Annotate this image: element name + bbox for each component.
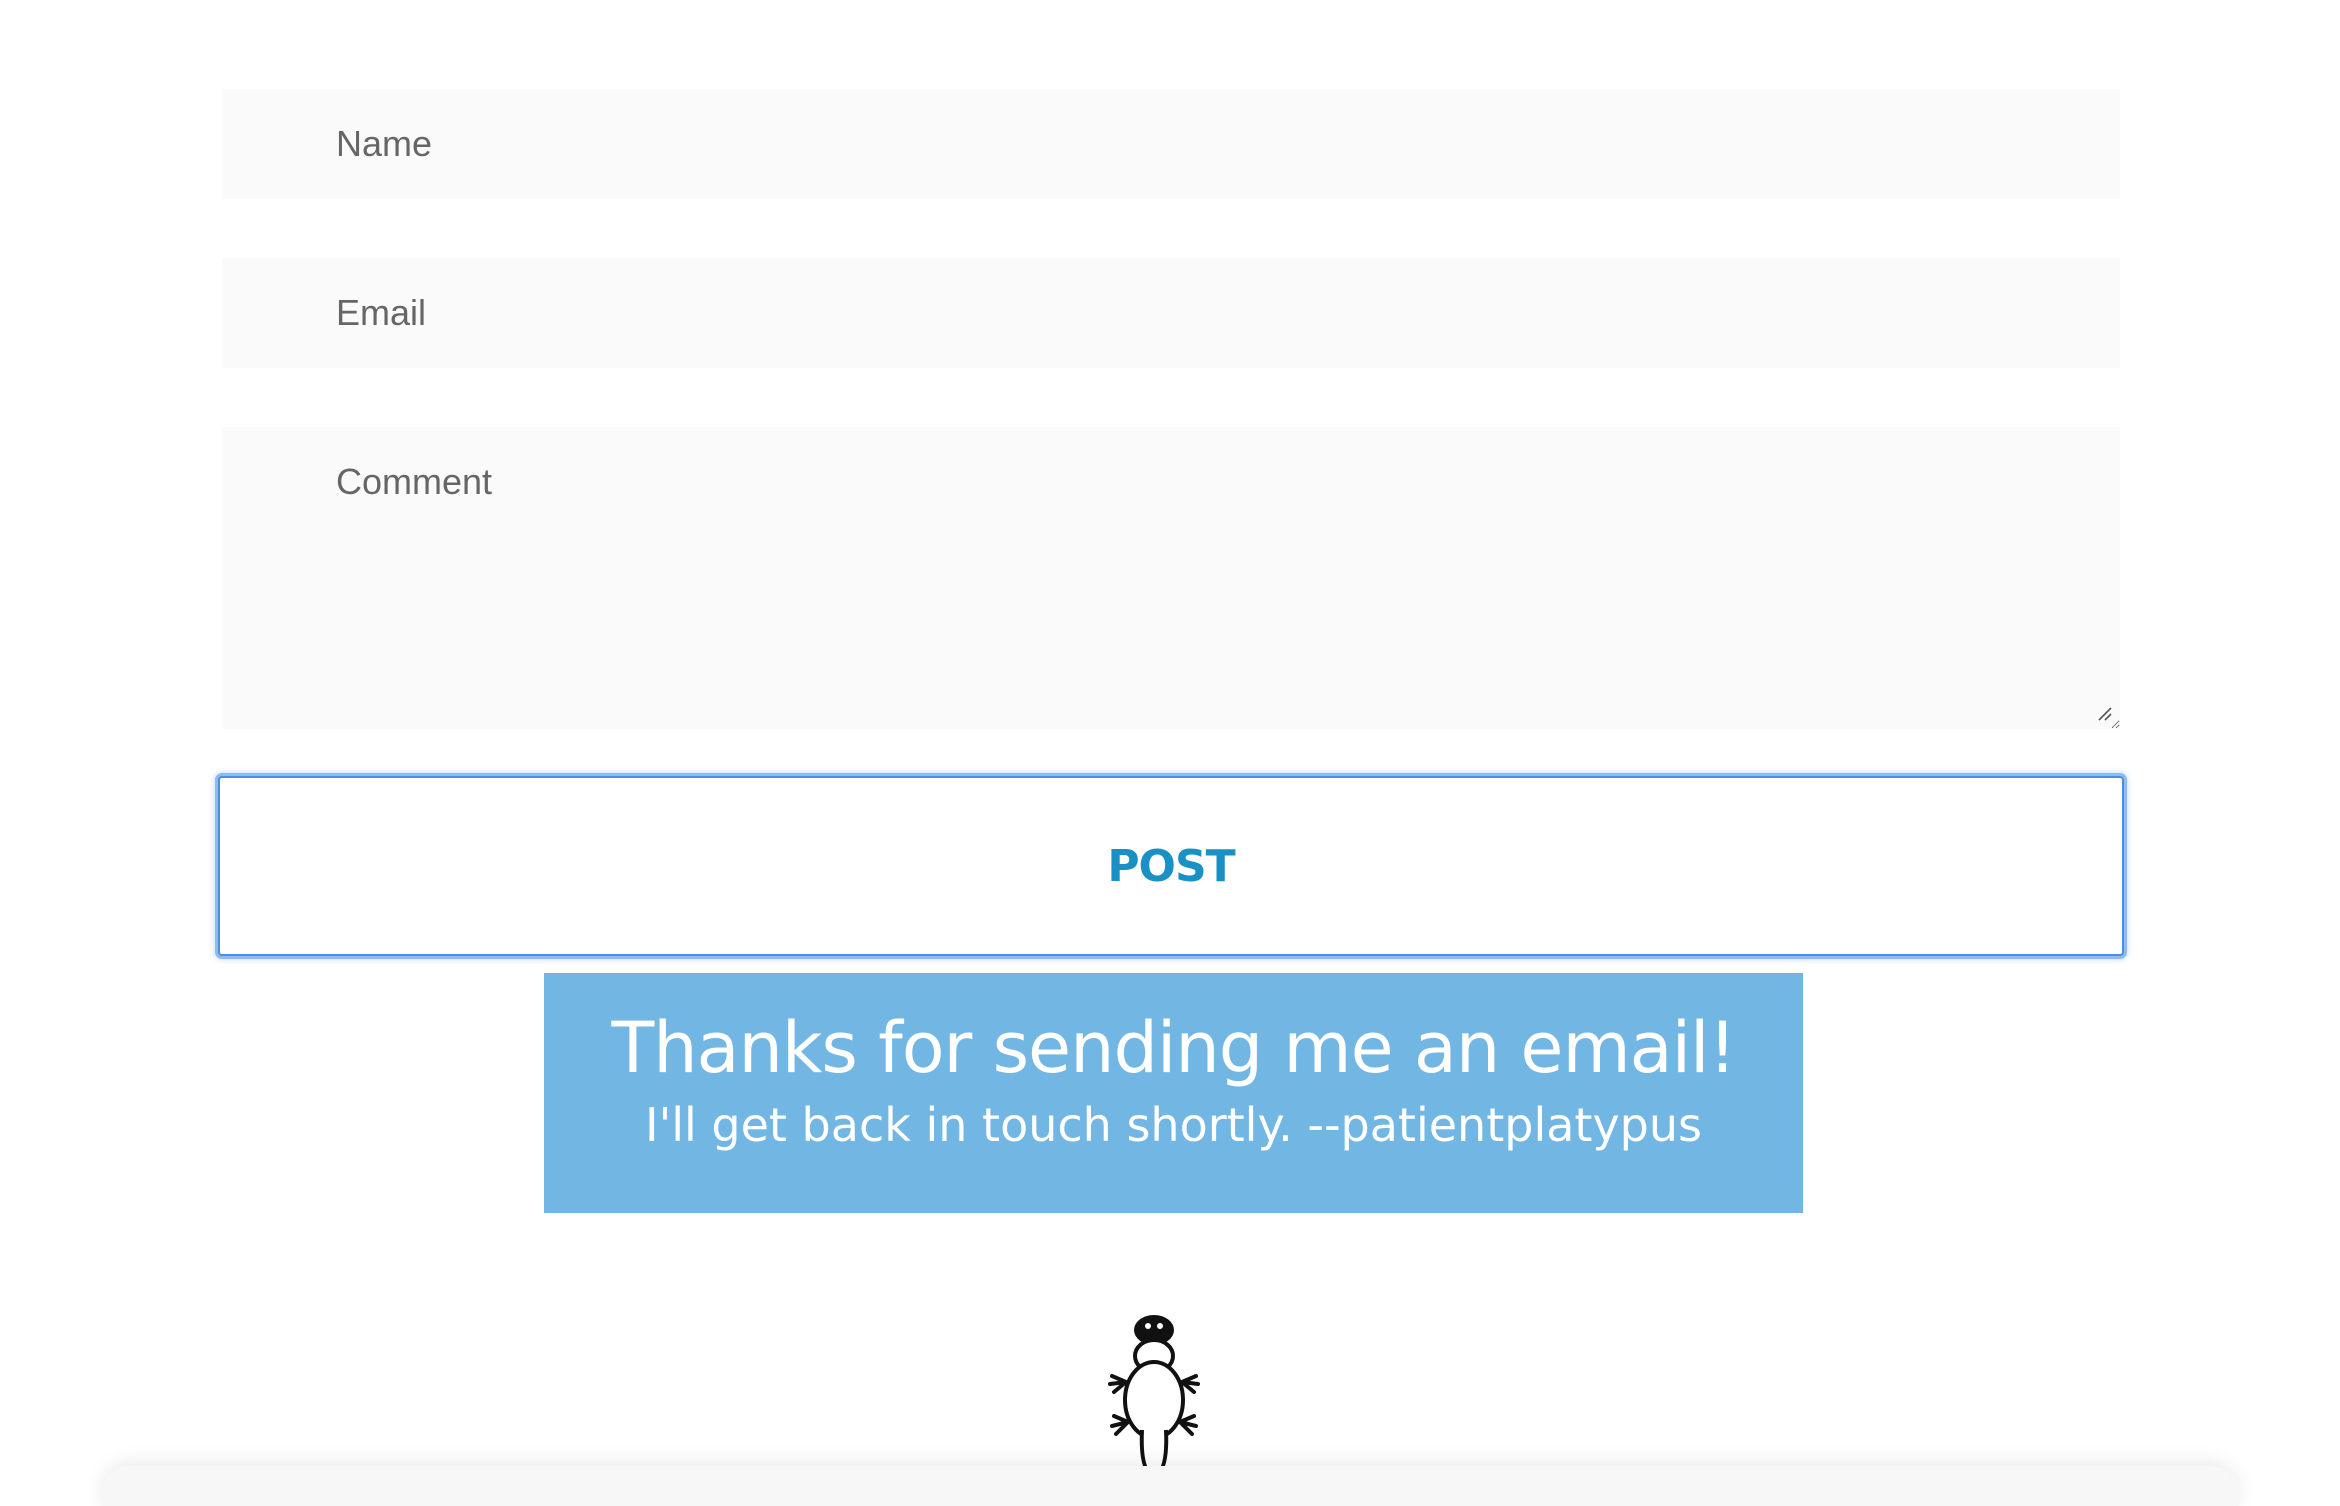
email-field[interactable] xyxy=(222,258,2120,368)
footer-edge xyxy=(100,1466,2240,1506)
platypus-icon xyxy=(1108,1315,1200,1479)
confirmation-subtitle: I'll get back in touch shortly. --patien… xyxy=(645,1098,1702,1152)
post-button[interactable]: POST xyxy=(218,776,2124,956)
comment-field[interactable] xyxy=(222,427,2120,729)
name-field[interactable] xyxy=(222,89,2120,199)
confirmation-title: Thanks for sending me an email! xyxy=(611,1007,1736,1089)
confirmation-banner: Thanks for sending me an email! I'll get… xyxy=(544,973,1803,1213)
resize-grip-icon[interactable] xyxy=(2096,705,2112,721)
